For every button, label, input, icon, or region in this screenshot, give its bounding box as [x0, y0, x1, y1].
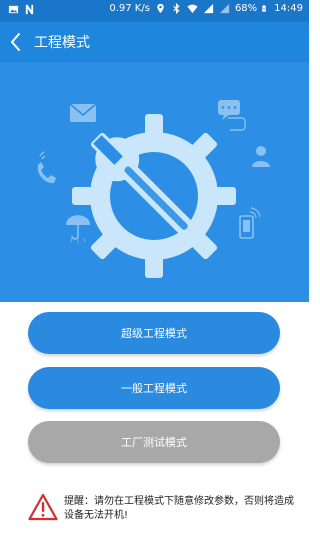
- signal-2-icon: [219, 3, 230, 14]
- signal-icon: [203, 3, 214, 14]
- wrench-gear-icon: [72, 114, 236, 278]
- location-icon: [157, 3, 164, 14]
- n-notification-icon: [25, 4, 34, 15]
- page-title: 工程模式: [34, 35, 90, 51]
- hero-banner: [0, 62, 309, 302]
- bluetooth-icon: [173, 3, 180, 14]
- mobile-icon: [239, 207, 261, 239]
- super-engineering-mode-button[interactable]: 超级工程模式: [28, 312, 280, 354]
- mail-icon: [69, 103, 97, 122]
- person-icon: [252, 146, 270, 167]
- wifi-icon: [187, 4, 198, 14]
- battery-percent: 68%: [234, 3, 258, 14]
- status-left-group: [8, 4, 35, 15]
- image-notification-icon: [8, 5, 19, 14]
- warning-text: 提醒：请勿在工程模式下随意修改参数，否则将造成设备无法开机!: [64, 496, 294, 521]
- normal-engineering-mode-button[interactable]: 一般工程模式: [28, 367, 280, 409]
- battery-charging-icon: [262, 5, 266, 12]
- factory-test-mode-button[interactable]: 工厂测试模式: [28, 421, 280, 463]
- warning-notice: 提醒：请勿在工程模式下随意修改参数，否则将造成设备无法开机!: [28, 493, 298, 525]
- hero-illustration: [37, 100, 270, 278]
- phone-icon: [37, 151, 56, 184]
- chat-icon: [218, 100, 246, 131]
- back-arrow-icon[interactable]: [4, 30, 28, 54]
- status-bar: 0.97 K/s 68% 14:49: [0, 0, 309, 22]
- status-right-group: 0.97 K/s 68% 14:49: [109, 3, 303, 14]
- clock: 14:49: [274, 3, 303, 14]
- warning-triangle-icon: [28, 493, 58, 521]
- network-speed: 0.97 K/s: [109, 3, 150, 14]
- title-bar: 工程模式: [0, 22, 309, 62]
- umbrella-icon: [66, 215, 90, 243]
